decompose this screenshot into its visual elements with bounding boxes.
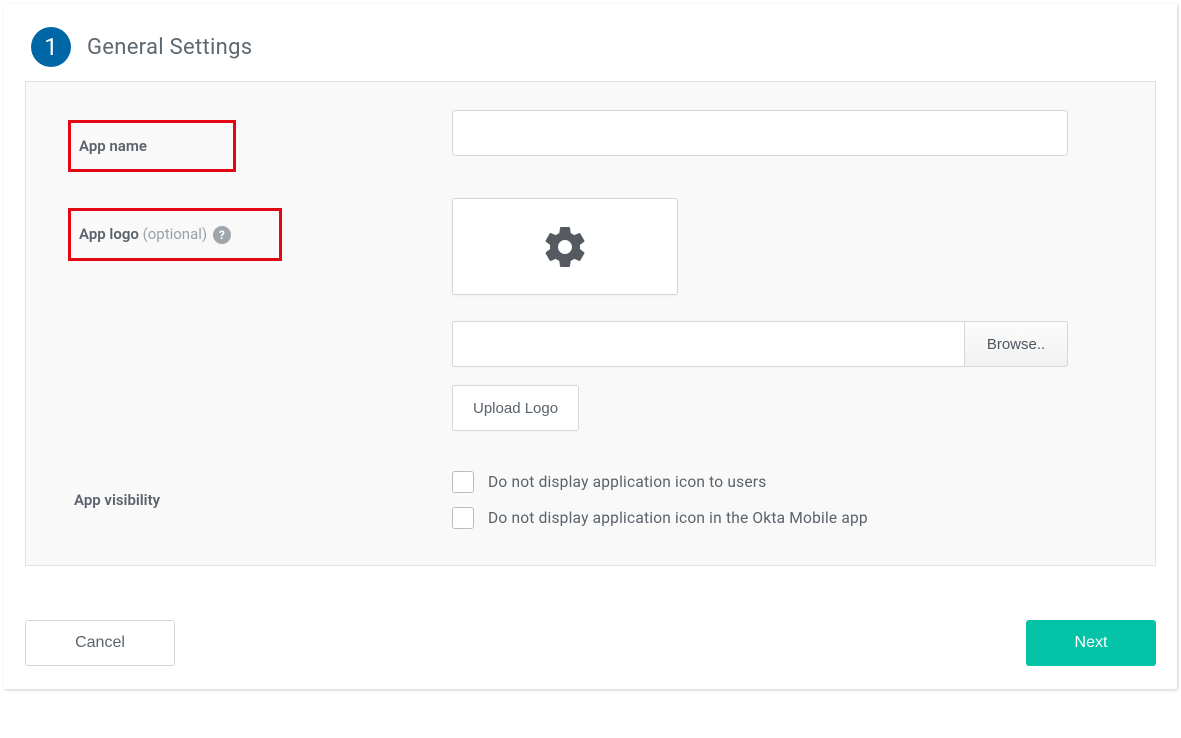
app-name-highlight: App name [68, 120, 236, 172]
next-button[interactable]: Next [1026, 620, 1156, 666]
checkbox-hide-from-mobile[interactable] [452, 507, 474, 529]
visibility-option-mobile: Do not display application icon in the O… [452, 507, 1125, 529]
logo-file-path[interactable] [452, 321, 964, 367]
wizard-header: 1 General Settings [31, 27, 1152, 67]
footer-actions: Cancel Next [23, 620, 1158, 666]
row-app-visibility: App visibility Do not display applicatio… [74, 471, 1125, 529]
general-settings-card: 1 General Settings App name App logo (op… [4, 4, 1177, 689]
app-logo-label: App logo (optional) ? [73, 215, 245, 254]
file-picker-row: Browse.. [452, 321, 1068, 367]
app-name-label: App name [73, 127, 161, 165]
app-visibility-label: App visibility [74, 481, 174, 519]
visibility-option-users: Do not display application icon to users [452, 471, 1125, 493]
browse-button[interactable]: Browse.. [964, 321, 1068, 367]
checkbox-hide-from-users[interactable] [452, 471, 474, 493]
row-app-logo: App logo (optional) ? Browse.. Upload Lo [74, 198, 1125, 431]
cancel-button[interactable]: Cancel [25, 620, 175, 666]
page-title: General Settings [87, 35, 252, 60]
upload-logo-button[interactable]: Upload Logo [452, 385, 579, 431]
app-logo-label-text: App logo [79, 225, 139, 243]
logo-preview [452, 198, 678, 295]
checkbox-hide-from-mobile-label: Do not display application icon in the O… [488, 509, 868, 527]
step-number-badge: 1 [31, 27, 71, 67]
optional-tag: (optional) [143, 225, 208, 243]
help-icon[interactable]: ? [213, 226, 231, 244]
row-app-name: App name [74, 110, 1125, 172]
gear-icon [541, 223, 589, 271]
app-logo-highlight: App logo (optional) ? [68, 208, 282, 261]
form-panel: App name App logo (optional) ? [25, 81, 1156, 566]
checkbox-hide-from-users-label: Do not display application icon to users [488, 473, 766, 491]
app-name-input[interactable] [452, 110, 1068, 156]
